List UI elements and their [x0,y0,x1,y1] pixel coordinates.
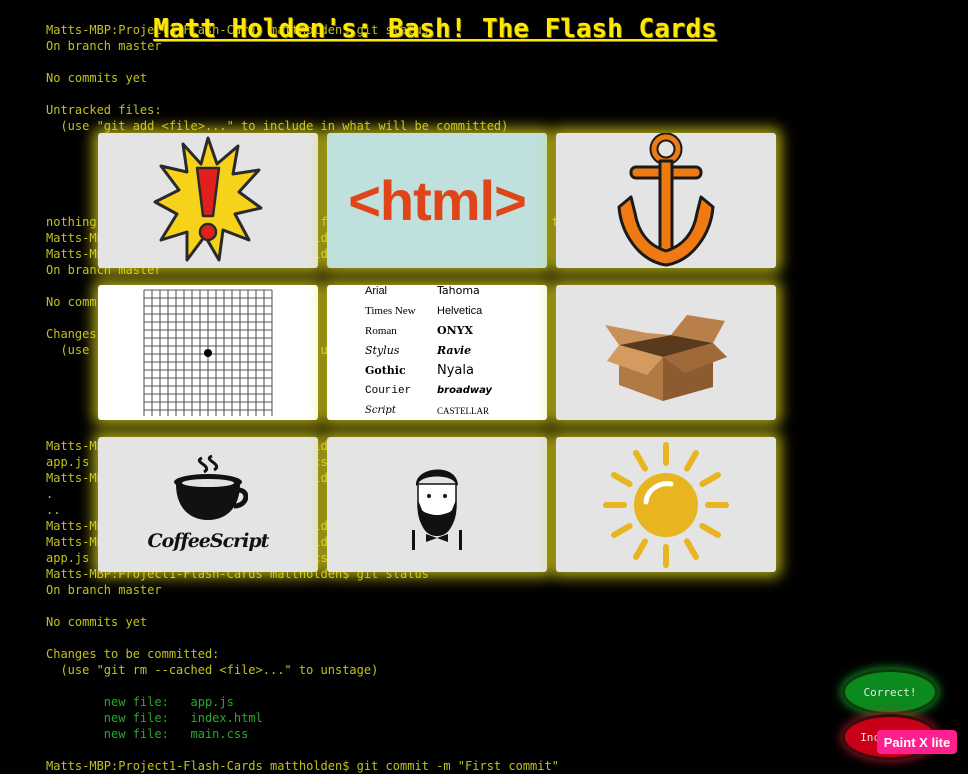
font-sample: Gothic [365,363,406,377]
card-anchor[interactable] [556,133,776,268]
font-sample: Ravie [437,343,472,357]
font-sample-list: Arial Tahoma Times New Helvetica Roman O… [365,285,509,420]
coffee-cup-icon [174,454,248,520]
terminal-line: On branch master [46,583,162,597]
card-coffeescript[interactable]: CoffeeScript [98,437,318,572]
card-grid-dot[interactable] [98,285,318,420]
font-sample: ONYX [437,323,474,337]
font-sample: CASTELLAR [437,405,490,416]
terminal-line: Matts-MBP:Project1-Flash-Cards mattholde… [46,759,559,773]
terminal-line: Untracked files: [46,103,162,117]
font-sample: Script [365,404,396,416]
sun-icon [603,441,729,568]
page-title: Matt Holden's: Bash! The Flash Cards [153,14,717,44]
paint-x-lite-badge: Paint X lite [877,730,957,754]
card-fonts[interactable]: Arial Tahoma Times New Helvetica Roman O… [327,285,547,420]
terminal-line: Changes to be committed: [46,647,220,661]
exclamation-burst-icon [153,136,263,261]
open-box-icon [605,314,727,401]
card-exclamation[interactable] [98,133,318,268]
font-sample: Roman [365,324,397,337]
font-sample: Stylus [365,343,400,357]
terminal-line: new file: app.js [46,695,234,709]
anchor-icon [617,133,715,267]
terminal-line: new file: index.html [46,711,263,725]
terminal-line: (use "git rm --cached <file>..." to unst… [46,663,379,677]
coffeescript-label: CoffeeScript [147,530,270,552]
font-sample: Arial [365,285,388,297]
card-bearded-man[interactable] [327,437,547,572]
font-sample: Nyala [437,362,474,378]
font-sample: Tahoma [437,285,480,297]
correct-button[interactable]: Correct! [845,672,935,712]
font-sample: Times New [365,304,416,317]
terminal-line: No commits yet [46,71,148,85]
card-sun[interactable] [556,437,776,572]
flash-card-grid: <html> Arial Tahoma Times New Helvetica … [98,133,776,572]
font-sample: Courier [365,384,412,397]
card-box[interactable] [556,285,776,420]
terminal-line: (use "git add <file>..." to include in w… [46,119,509,133]
terminal-line: new file: main.css [46,727,249,741]
bearded-man-icon [412,468,462,550]
coordinate-grid-icon [143,289,273,416]
font-sample: Helvetica [437,304,483,317]
card-html[interactable]: <html> [327,133,547,268]
font-sample: broadway [437,384,493,396]
terminal-line: No commits yet [46,615,148,629]
html-text: <html> [348,169,527,232]
